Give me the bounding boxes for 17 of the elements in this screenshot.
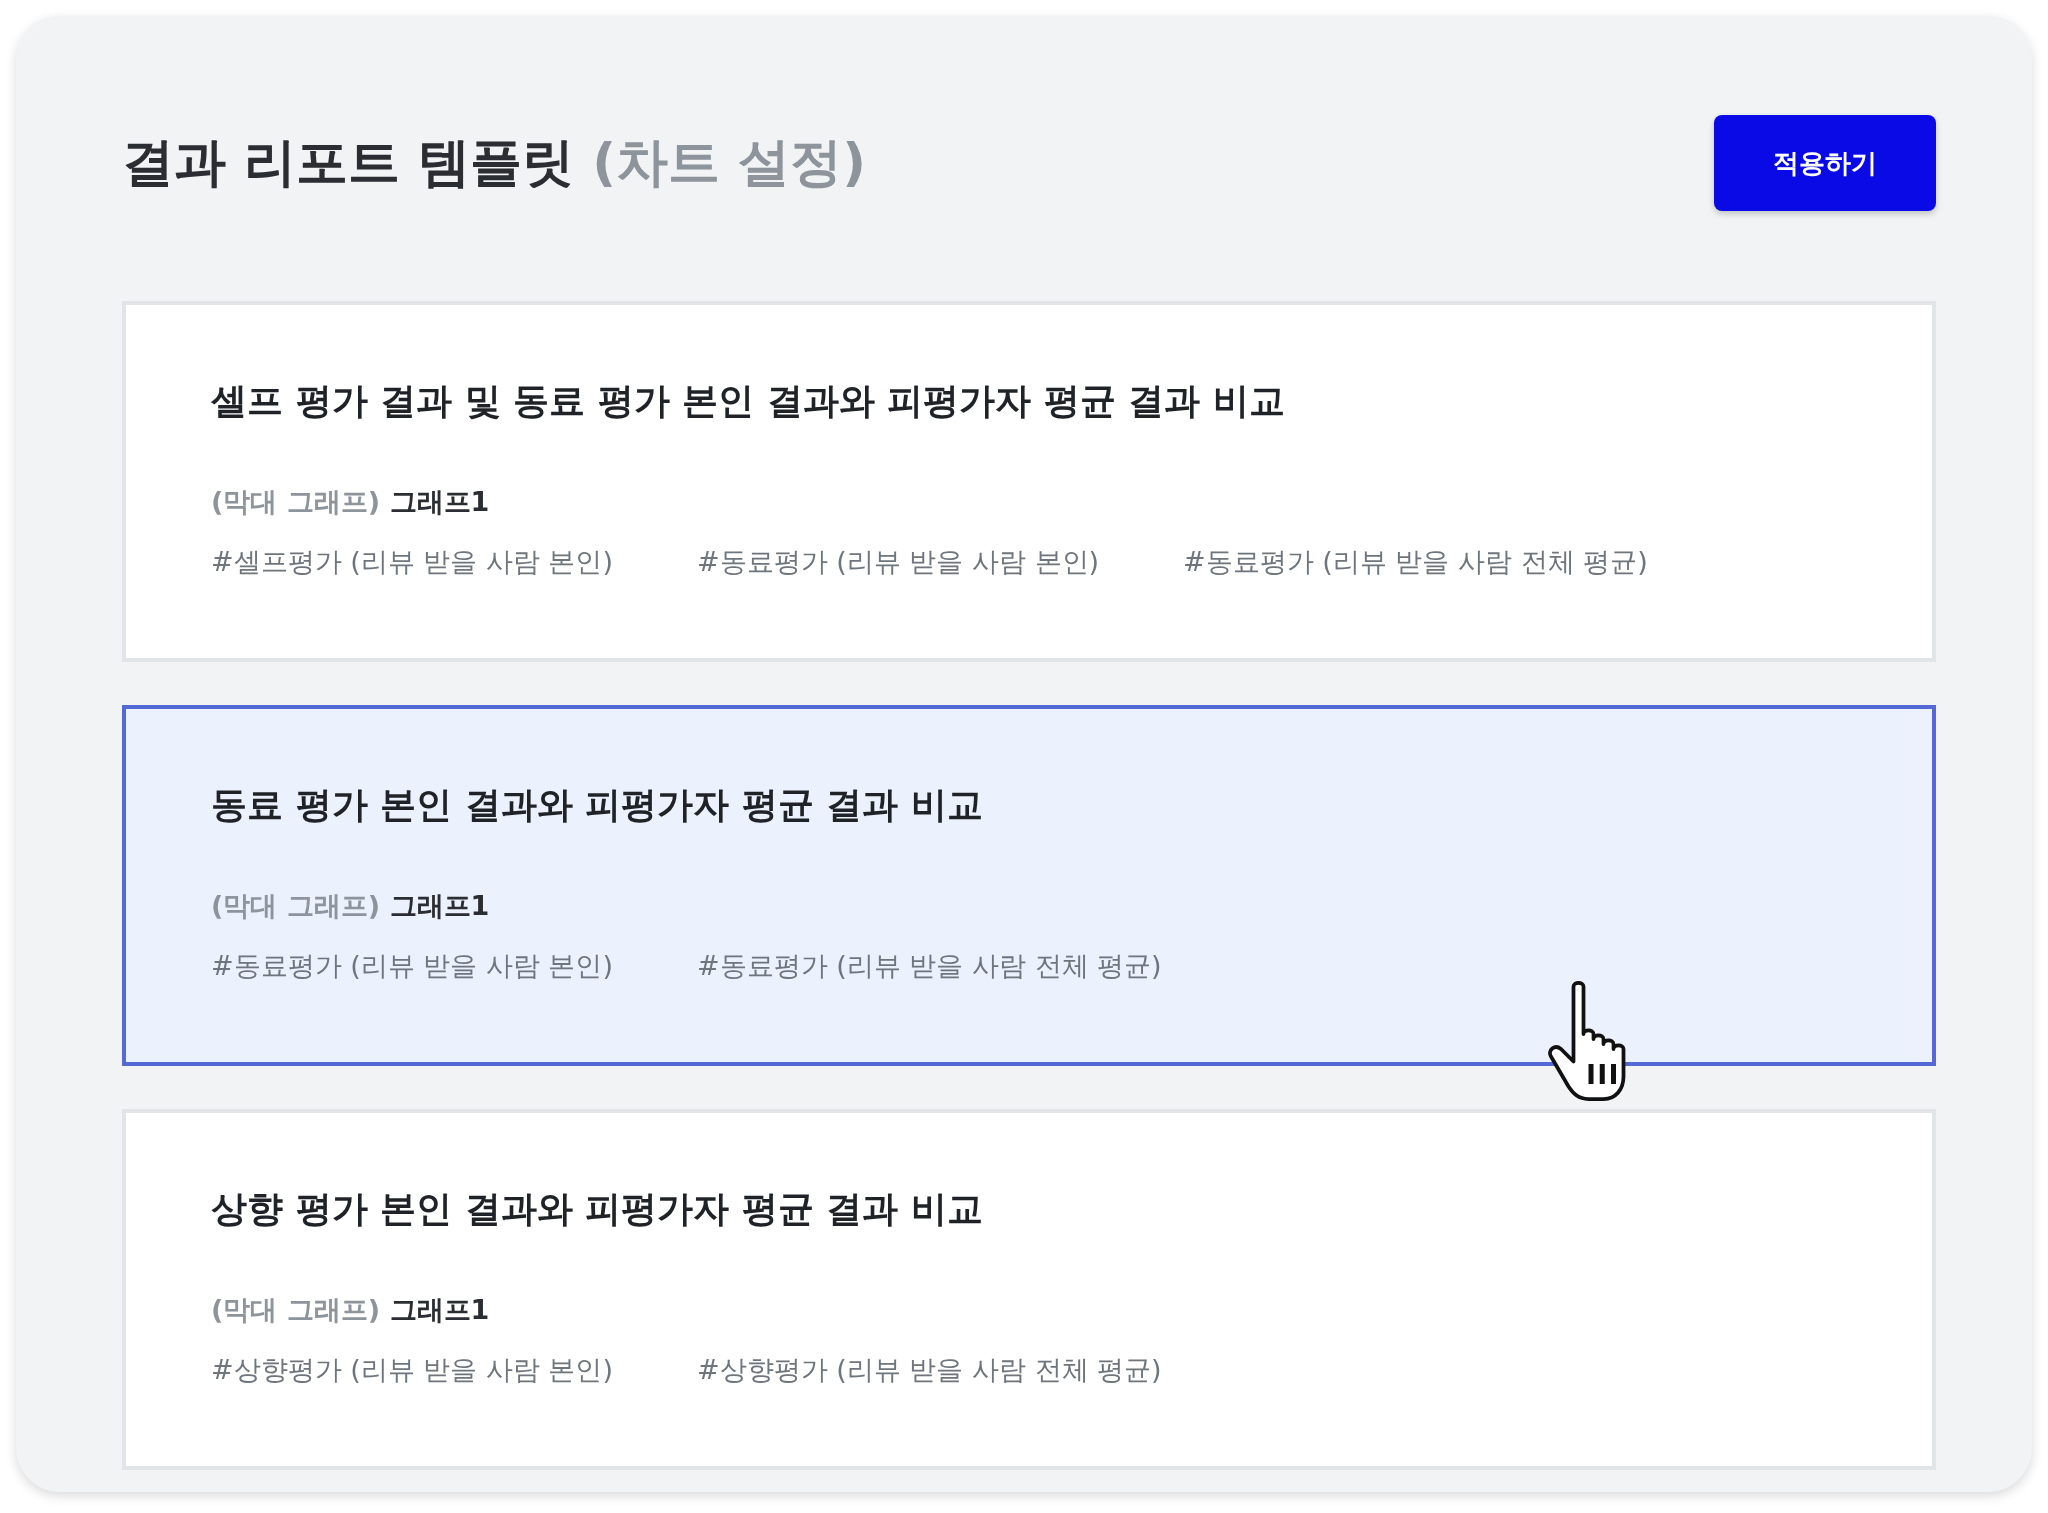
template-title: 상향 평가 본인 결과와 피평가자 평균 결과 비교 [211, 1187, 984, 1231]
tag-text: #동료평가 (리뷰 받을 사람 전체 평균) [1183, 545, 1648, 579]
page-title: 결과 리포트 템플릿 (차트 설정) [122, 131, 866, 194]
apply-button[interactable]: 적용하기 [1714, 115, 1936, 211]
tag-text: #동료평가 (리뷰 받을 사람 본인) [211, 949, 614, 983]
tag-text: #상향평가 (리뷰 받을 사람 전체 평균) [697, 1353, 1162, 1387]
tag-text: #동료평가 (리뷰 받을 사람 전체 평균) [697, 949, 1162, 983]
template-card[interactable]: 셀프 평가 결과 및 동료 평가 본인 결과와 피평가자 평균 결과 비교 (막대 그래프) 그래프1 #셀프평가 (리뷰 받을 사람 본인) #동료평가 (리뷰 받을 사람 본인) #동료평가 (리뷰 받을 사람 전체 평균) [122, 301, 1936, 662]
template-card[interactable]: 상향 평가 본인 결과와 피평가자 평균 결과 비교 (막대 그래프) 그래프1 #상향평가 (리뷰 받을 사람 본인) #상향평가 (리뷰 받을 사람 전체 평균) [122, 1109, 1936, 1470]
graph-label: (막대 그래프) 그래프1 [211, 1293, 491, 1327]
template-title: 동료 평가 본인 결과와 피평가자 평균 결과 비교 [211, 783, 984, 827]
graph-label: (막대 그래프) 그래프1 [211, 889, 491, 923]
tag-text: #상향평가 (리뷰 받을 사람 본인) [211, 1353, 614, 1387]
tag-text: #동료평가 (리뷰 받을 사람 본인) [697, 545, 1100, 579]
template-title: 셀프 평가 결과 및 동료 평가 본인 결과와 피평가자 평균 결과 비교 [211, 379, 1286, 423]
tag-text: #셀프평가 (리뷰 받을 사람 본인) [211, 545, 614, 579]
graph-label: (막대 그래프) 그래프1 [211, 485, 491, 519]
